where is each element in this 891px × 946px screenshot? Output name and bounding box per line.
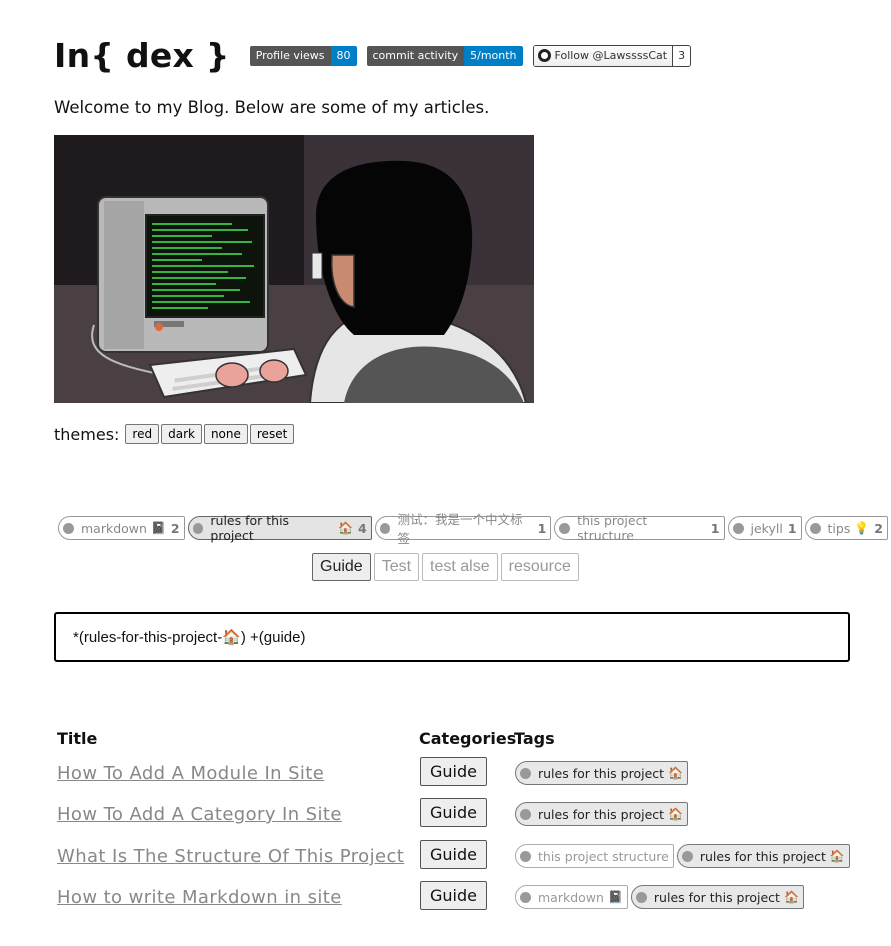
tag-label: rules for this project xyxy=(538,765,665,781)
category-filter-test[interactable]: Test xyxy=(373,553,420,581)
header: In{ dex } Profile views 80 commit activi… xyxy=(54,36,692,75)
tag-filter-project-structure[interactable]: this project structure 1 xyxy=(554,513,725,543)
profile-views-badge[interactable]: Profile views 80 xyxy=(249,45,357,66)
tag-dot xyxy=(520,808,531,820)
post-tags: rules for this project 🏠 xyxy=(515,802,691,826)
post-tag-rules-for-this-project[interactable]: rules for this project 🏠 xyxy=(515,761,688,785)
tag-label: jekyll xyxy=(750,520,783,536)
column-header-title: Title xyxy=(57,729,98,748)
tag-count: 1 xyxy=(537,520,547,536)
filter-query-text: *(rules-for-this-project-🏠) +(guide) xyxy=(73,629,306,646)
tag-count: 2 xyxy=(874,520,883,536)
theme-dark-button[interactable]: dark xyxy=(161,424,202,444)
badge-label: Profile views xyxy=(249,45,331,66)
house-icon: 🏠 xyxy=(668,766,683,780)
github-follow-label-wrap: Follow @LawssssCat xyxy=(533,45,674,66)
tag-dot xyxy=(520,850,531,862)
tag-dot xyxy=(192,522,204,534)
post-tags: this project structure rules for this pr… xyxy=(515,844,853,868)
hero-illustration xyxy=(54,135,534,403)
post-category-button[interactable]: Guide xyxy=(420,881,487,910)
tag-filter-chinese-test[interactable]: 测试：我是一个中文标签 1 xyxy=(374,512,552,546)
tag-dot xyxy=(681,850,693,862)
commit-activity-badge[interactable]: commit activity 5/month xyxy=(366,45,523,66)
tag-count: 4 xyxy=(357,520,367,536)
filter-query-box[interactable]: *(rules-for-this-project-🏠) +(guide) xyxy=(54,612,850,662)
house-icon: 🏠 xyxy=(829,849,845,863)
tag-filter-tips[interactable]: tips 💡 2 xyxy=(804,516,888,540)
category-filter-guide[interactable]: Guide xyxy=(312,553,371,581)
tag-dot xyxy=(635,891,647,903)
github-follow-count: 3 xyxy=(678,49,686,62)
post-tags: rules for this project 🏠 xyxy=(515,761,691,785)
theme-reset-button[interactable]: reset xyxy=(249,424,295,444)
post-category-button[interactable]: Guide xyxy=(420,840,487,869)
house-icon: 🏠 xyxy=(783,890,799,904)
category-filter-test-alse[interactable]: test alse xyxy=(422,553,498,581)
tag-label: rules for this project xyxy=(210,513,290,543)
tag-label: rules for this project xyxy=(653,889,780,905)
book-icon: 📓 xyxy=(607,890,623,904)
tag-dot xyxy=(379,522,391,534)
tag-filter-list: markdown 📓 2 rules for this project 🏠 4 … xyxy=(58,512,891,546)
tag-filter-jekyll[interactable]: jekyll 1 xyxy=(727,516,802,540)
tag-dot xyxy=(732,522,744,534)
post-tag-rules-for-this-project[interactable]: rules for this project 🏠 xyxy=(630,885,804,909)
tag-label: markdown xyxy=(81,520,147,536)
tag-dot xyxy=(809,522,821,534)
post-tags: markdown 📓 rules for this project 🏠 xyxy=(515,885,807,909)
post-category-button[interactable]: Guide xyxy=(420,798,487,827)
post-title-link[interactable]: How to write Markdown in site xyxy=(57,887,342,908)
tag-dot xyxy=(520,891,531,903)
column-header-tags: Tags xyxy=(514,729,555,748)
category-filter-list: Guide Test test alse resource xyxy=(312,553,582,581)
post-title-link[interactable]: How To Add A Category In Site xyxy=(57,804,342,825)
tag-filter-rules-for-this-project[interactable]: rules for this project 🏠 4 xyxy=(187,513,372,543)
themes-label: themes: xyxy=(54,424,120,444)
post-tag-rules-for-this-project[interactable]: rules for this project 🏠 xyxy=(676,844,850,868)
tag-label: markdown xyxy=(538,889,604,905)
tag-label: rules for this project xyxy=(699,848,826,864)
post-title-link[interactable]: How To Add A Module In Site xyxy=(57,763,324,784)
tag-label: tips xyxy=(827,520,851,536)
theme-red-button[interactable]: red xyxy=(125,424,160,444)
category-filter-resource[interactable]: resource xyxy=(500,553,579,581)
tag-label: this project structure xyxy=(538,848,669,864)
house-icon: 🏠 xyxy=(668,807,683,821)
house-icon: 🏠 xyxy=(338,521,353,535)
tag-count: 1 xyxy=(710,520,720,536)
tag-label: this project structure xyxy=(577,513,648,543)
tag-label: 测试：我是一个中文标签 xyxy=(397,512,523,546)
badge-value: 5/month xyxy=(464,45,523,66)
post-category-button[interactable]: Guide xyxy=(420,757,487,786)
tag-filter-markdown[interactable]: markdown 📓 2 xyxy=(58,516,185,540)
github-icon xyxy=(537,49,551,62)
tag-label: rules for this project xyxy=(538,806,665,822)
hacker-computer-illustration xyxy=(54,135,534,403)
tag-dot xyxy=(520,767,531,779)
tag-count: 2 xyxy=(170,520,180,536)
tag-dot xyxy=(63,522,74,534)
post-tag-this-project-structure[interactable]: this project structure xyxy=(515,844,674,868)
post-title-link[interactable]: What Is The Structure Of This Project xyxy=(57,846,404,867)
column-header-categories: Categories xyxy=(419,729,517,748)
site-title: In{ dex } xyxy=(54,36,230,75)
lightbulb-icon: 💡 xyxy=(854,521,870,535)
book-icon: 📓 xyxy=(150,521,166,535)
github-follow-button[interactable]: Follow @LawssssCat 3 xyxy=(532,44,692,67)
post-tag-rules-for-this-project[interactable]: rules for this project 🏠 xyxy=(515,802,688,826)
post-tag-markdown[interactable]: markdown 📓 xyxy=(515,885,628,909)
intro-text: Welcome to my Blog. Below are some of my… xyxy=(54,98,490,117)
badge-label: commit activity xyxy=(366,45,465,66)
tag-dot xyxy=(559,522,571,534)
themes-bar: themes: red dark none reset xyxy=(54,424,295,444)
theme-none-button[interactable]: none xyxy=(203,424,248,444)
github-follow-label: Follow @LawssssCat xyxy=(554,49,668,62)
tag-count: 1 xyxy=(787,520,797,536)
badge-value: 80 xyxy=(330,45,357,66)
